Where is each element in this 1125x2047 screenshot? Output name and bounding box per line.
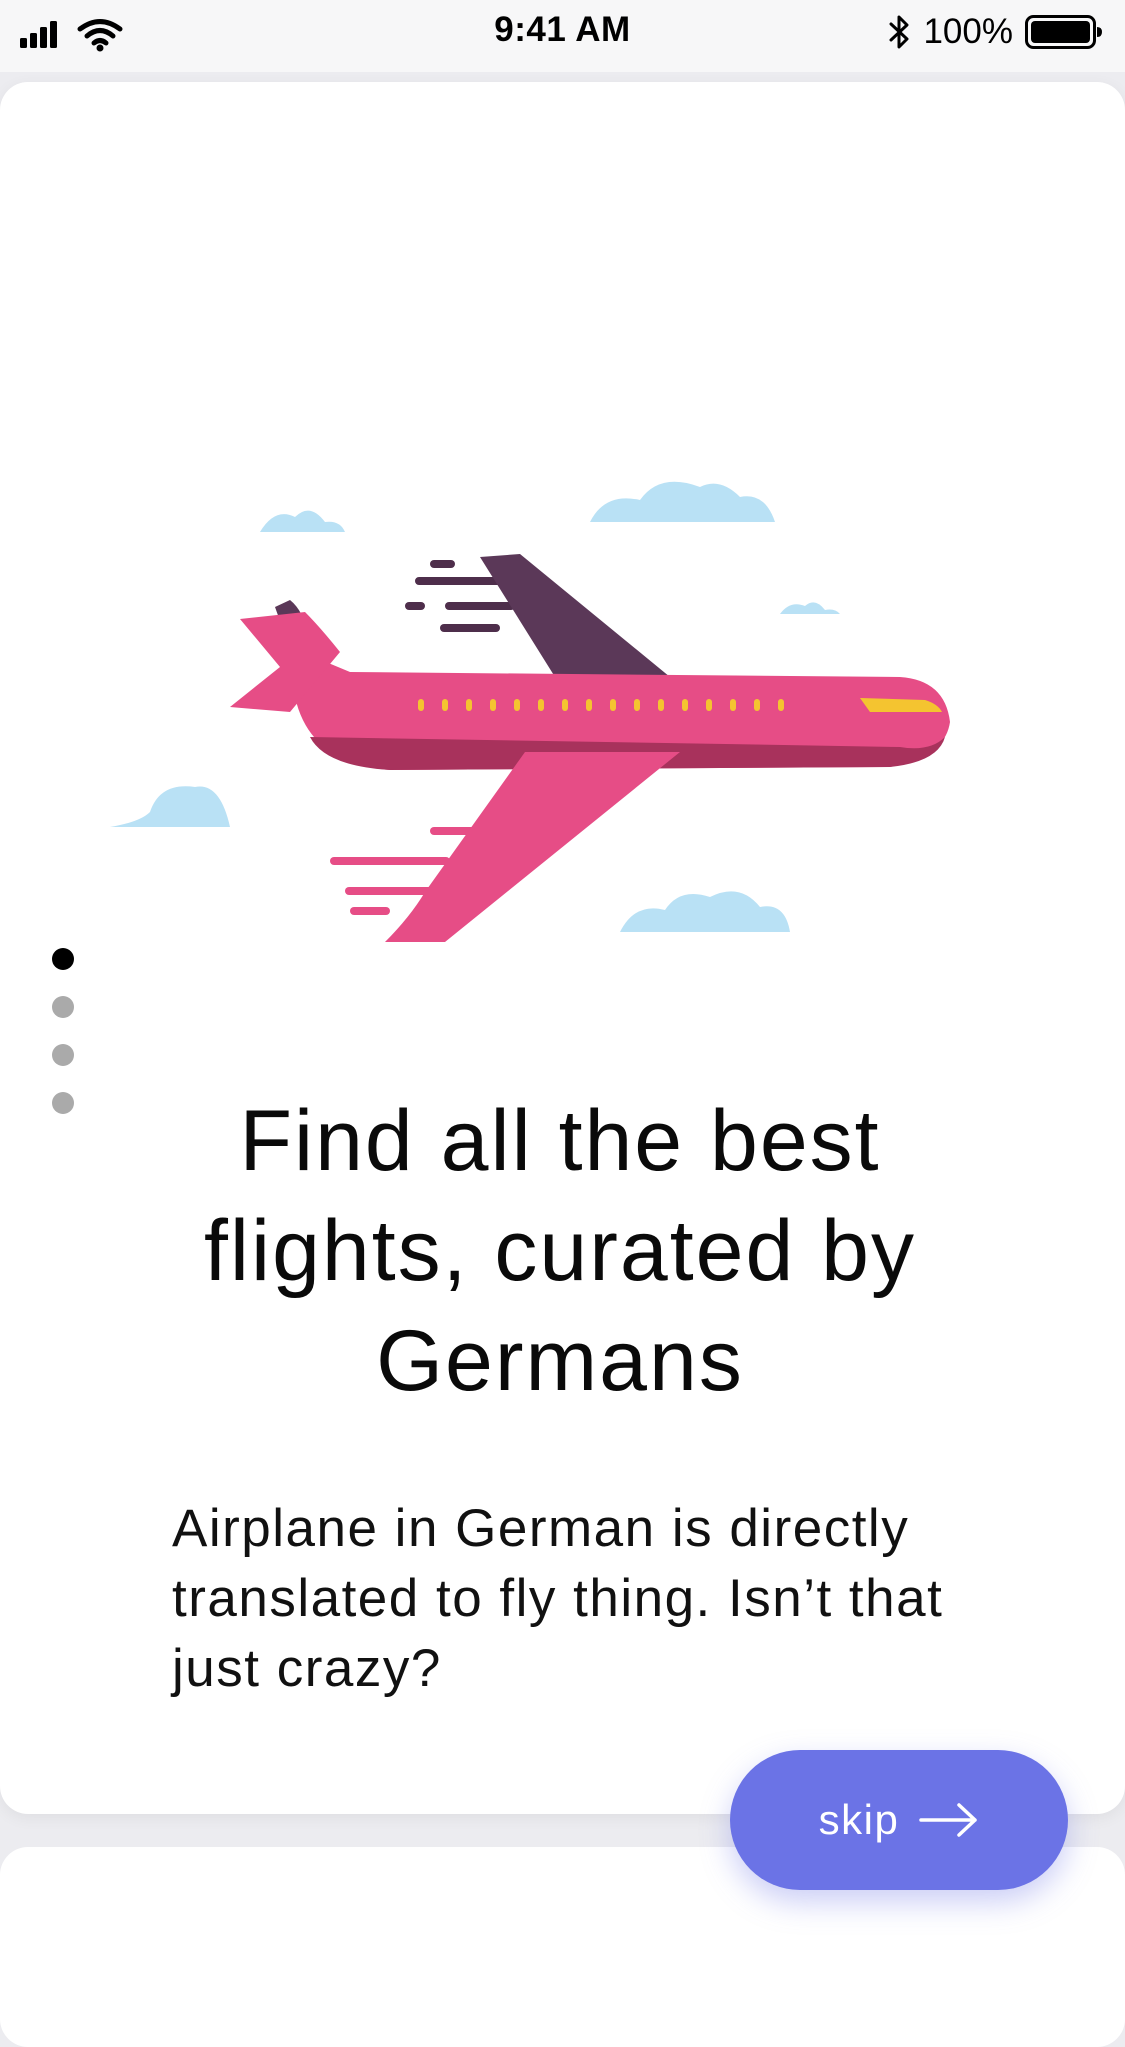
skip-label: skip (818, 1796, 900, 1843)
status-bar: 9:41 AM 100% (0, 0, 1125, 72)
onboarding-title: Find all the best flights, curated by Ge… (203, 1093, 917, 1409)
skip-button[interactable]: skip (730, 1750, 1068, 1890)
far-wing (480, 554, 670, 677)
battery-percent: 100% (923, 12, 1013, 51)
onboarding-card: Find all the best flights, curated by Ge… (0, 82, 1125, 1814)
page-dot-3[interactable] (52, 1044, 74, 1066)
page-dot-4[interactable] (52, 1092, 74, 1114)
onboarding-body: Airplane in German is directly translate… (172, 1499, 944, 1698)
arrow-right-icon (919, 1803, 978, 1837)
airplane-illustration (110, 481, 950, 942)
page-dot-2[interactable] (52, 996, 74, 1018)
status-right: 100% (887, 10, 1103, 54)
bluetooth-icon (889, 15, 909, 49)
page-dot-1[interactable] (52, 948, 74, 970)
page-indicator (52, 948, 76, 1114)
battery-icon (1025, 15, 1102, 49)
